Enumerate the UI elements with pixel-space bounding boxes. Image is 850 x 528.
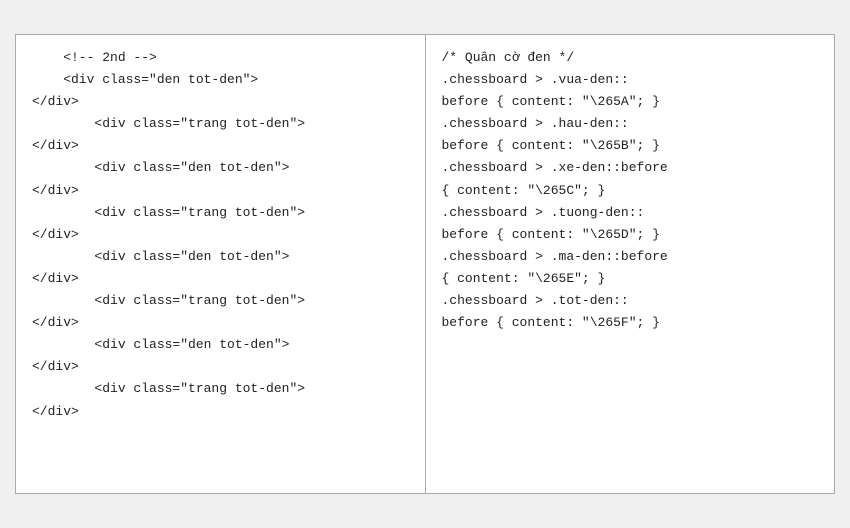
left-code-line: </div> — [32, 356, 409, 378]
right-panel: /* Quân cờ đen */.chessboard > .vua-den:… — [426, 35, 835, 493]
left-code-line: <!-- 2nd --> — [32, 47, 409, 69]
left-code-line: <div class="trang tot-den"> — [32, 113, 409, 135]
right-code-line: .chessboard > .vua-den:: — [442, 69, 819, 91]
right-code-line: { content: "\265E"; } — [442, 268, 819, 290]
right-code-line: .chessboard > .tuong-den:: — [442, 202, 819, 224]
right-code-line: .chessboard > .ma-den::before — [442, 246, 819, 268]
left-code-line: <div class="den tot-den"> — [32, 69, 409, 91]
right-code-line: before { content: "\265B"; } — [442, 135, 819, 157]
right-code-line: .chessboard > .tot-den:: — [442, 290, 819, 312]
right-code-line: before { content: "\265F"; } — [442, 312, 819, 334]
left-code-line: <div class="trang tot-den"> — [32, 378, 409, 400]
left-panel: <!-- 2nd --> <div class="den tot-den"></… — [16, 35, 426, 493]
right-code-line: .chessboard > .xe-den::before — [442, 157, 819, 179]
left-code-line: </div> — [32, 312, 409, 334]
left-code-line: <div class="trang tot-den"> — [32, 202, 409, 224]
left-code-line: </div> — [32, 224, 409, 246]
code-container: <!-- 2nd --> <div class="den tot-den"></… — [15, 34, 835, 494]
left-code-line: </div> — [32, 268, 409, 290]
right-code-line: .chessboard > .hau-den:: — [442, 113, 819, 135]
right-code-line: { content: "\265C"; } — [442, 180, 819, 202]
left-code-line: <div class="den tot-den"> — [32, 246, 409, 268]
left-code-line: </div> — [32, 135, 409, 157]
left-code-line: <div class="den tot-den"> — [32, 157, 409, 179]
right-code-line: before { content: "\265D"; } — [442, 224, 819, 246]
right-code-line: before { content: "\265A"; } — [442, 91, 819, 113]
left-code-line: </div> — [32, 180, 409, 202]
left-code-line: </div> — [32, 91, 409, 113]
left-code-line: </div> — [32, 401, 409, 423]
right-code-line: /* Quân cờ đen */ — [442, 47, 819, 69]
left-code-line: <div class="trang tot-den"> — [32, 290, 409, 312]
left-code-line: <div class="den tot-den"> — [32, 334, 409, 356]
